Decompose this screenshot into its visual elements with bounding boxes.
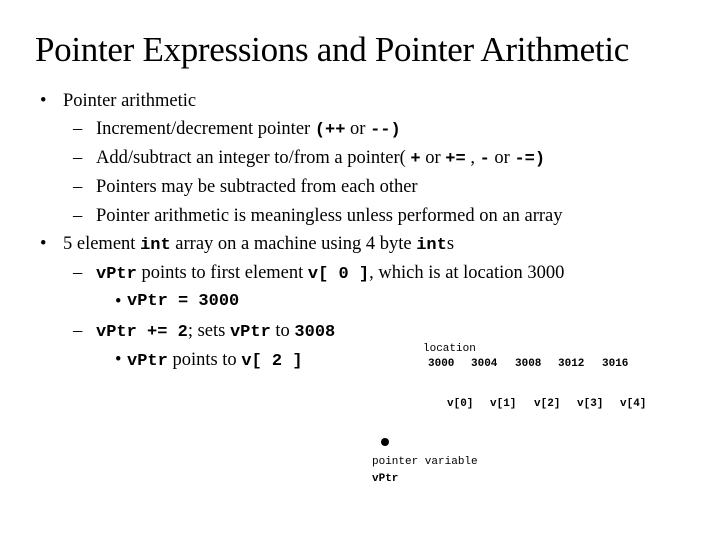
element-v0: v[0] [447, 398, 474, 410]
subbullet-text: Pointers may be subtracted from each oth… [96, 177, 418, 197]
subbullet-text: Add/subtract an integer to/from a pointe… [96, 148, 546, 169]
bullet-text: 5 element int array on a machine using 4… [63, 234, 455, 255]
slide-title: Pointer Expressions and Pointer Arithmet… [35, 30, 629, 69]
code-text: vPtr = 3000 [127, 292, 240, 311]
bullet-icon: • [40, 234, 47, 254]
address-2: 3008 [515, 358, 542, 370]
subbullet-text: vPtr points to first element v[ 0 ], whi… [96, 263, 565, 284]
address-3: 3012 [558, 358, 585, 370]
subbullet-text: Increment/decrement pointer (++ or --) [96, 119, 401, 140]
dash-icon: – [73, 321, 83, 341]
dash-icon: – [73, 177, 83, 197]
pointer-dot-icon [381, 438, 389, 446]
subbullet-text: vPtr += 2; sets vPtr to 3008 [96, 321, 336, 342]
dash-icon: – [73, 206, 83, 226]
code-text: vPtr points to v[ 2 ] [127, 350, 303, 371]
dash-icon: – [73, 263, 83, 283]
pointer-name: vPtr [372, 473, 399, 485]
element-v4: v[4] [620, 398, 647, 410]
bullet-icon: • [115, 292, 122, 312]
element-v1: v[1] [490, 398, 517, 410]
dash-icon: – [73, 148, 83, 168]
bullet-icon: • [115, 350, 122, 370]
element-v2: v[2] [534, 398, 561, 410]
element-v3: v[3] [577, 398, 604, 410]
address-1: 3004 [471, 358, 498, 370]
pointer-variable-label: pointer variable [372, 456, 478, 468]
address-4: 3016 [602, 358, 629, 370]
address-0: 3000 [428, 358, 455, 370]
bullet-icon: • [40, 91, 47, 111]
dash-icon: – [73, 119, 83, 139]
location-label: location [423, 343, 476, 355]
subbullet-text: Pointer arithmetic is meaningless unless… [96, 206, 563, 226]
bullet-text: Pointer arithmetic [63, 91, 197, 111]
